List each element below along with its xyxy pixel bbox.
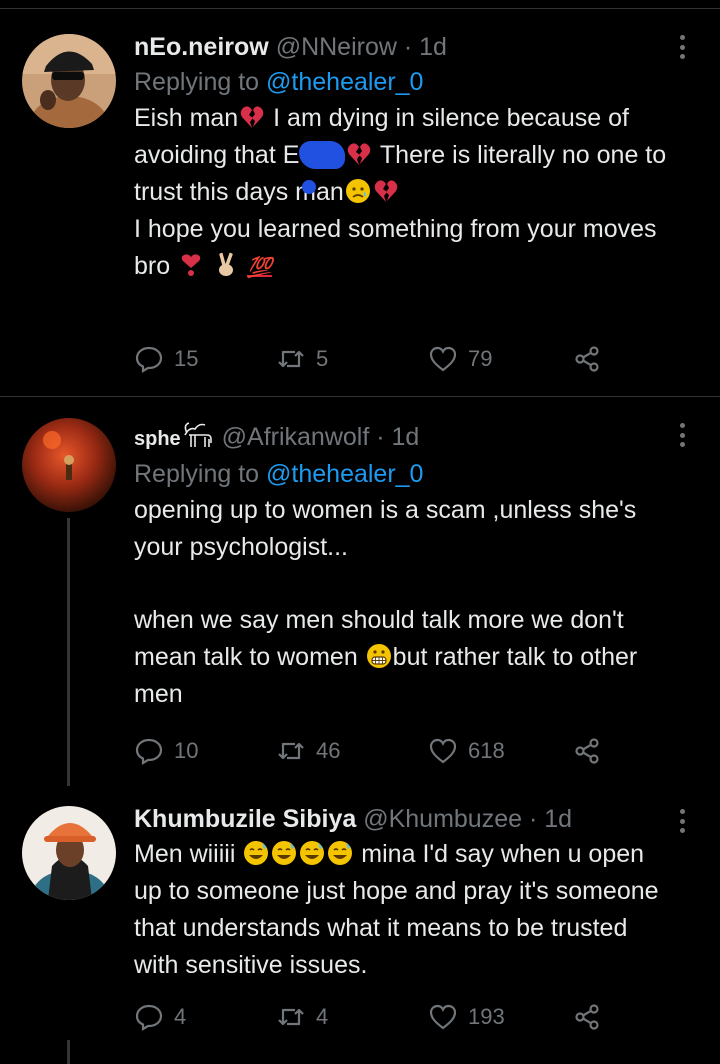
broken-heart-emoji	[348, 143, 371, 165]
timestamp[interactable]: · 1d	[404, 33, 447, 61]
tweet-actions: 4 4 193	[134, 1000, 634, 1034]
tweet-1-body: nEo.neirow @NNeirow · 1d Replying to @th…	[134, 30, 674, 287]
sweat-smile-emoji	[244, 841, 269, 865]
avatar-sphe[interactable]	[22, 418, 116, 512]
more-icon[interactable]	[672, 32, 692, 62]
mention-link[interactable]: @thehealer_0	[266, 460, 423, 488]
tweet-2-body: sphe @Afrikanwolf · 1d Replying to @theh…	[134, 420, 674, 713]
tweet-text: Men wiiiii mina I'd say when u open up t…	[134, 840, 659, 979]
share-icon	[575, 1004, 599, 1030]
timestamp[interactable]: · 1d	[529, 805, 572, 833]
tweet-text: opening up to women is a scam ,unless sh…	[134, 496, 638, 708]
exclamation-heart-emoji	[181, 254, 201, 276]
tweet-header: sphe @Afrikanwolf · 1d	[134, 420, 674, 456]
sad-face-emoji	[345, 179, 370, 203]
tweet-header: Khumbuzile Sibiya @Khumbuzee · 1d	[134, 802, 674, 836]
heart-icon	[429, 1004, 457, 1030]
sweat-smile-emoji	[300, 841, 325, 865]
tweet-text: Eish man I am dying in silence because o…	[134, 104, 667, 280]
tweet-3[interactable]: Khumbuzile Sibiya @Khumbuzee · 1d Men wi…	[0, 800, 720, 1064]
hundred-emoji: 💯	[247, 257, 272, 279]
share-icon	[575, 738, 599, 764]
reply-icon	[135, 1004, 163, 1031]
retweet-icon	[278, 1008, 304, 1026]
tweet-actions: 10 46 618	[134, 734, 634, 768]
heart-icon	[429, 346, 457, 372]
reply-button[interactable]: 10	[134, 734, 198, 768]
tweet-header: nEo.neirow @NNeirow · 1d	[134, 30, 674, 64]
reply-icon	[135, 738, 163, 765]
grimacing-face-emoji	[366, 644, 391, 668]
sweat-smile-emoji	[328, 841, 353, 865]
reply-button[interactable]: 4	[134, 1000, 186, 1034]
retweet-button[interactable]: 4	[276, 1000, 328, 1034]
like-button[interactable]: 79	[428, 342, 492, 376]
share-button[interactable]	[572, 734, 612, 768]
tweet-1[interactable]: nEo.neirow @NNeirow · 1d Replying to @th…	[0, 24, 720, 396]
tweet-3-body: Khumbuzile Sibiya @Khumbuzee · 1d Men wi…	[134, 802, 674, 984]
handle[interactable]: @Afrikanwolf	[222, 423, 370, 451]
divider	[0, 396, 720, 397]
redaction-dot	[302, 180, 316, 194]
more-icon[interactable]	[672, 806, 692, 836]
goat-emoji	[183, 422, 212, 447]
display-name[interactable]: sphe	[134, 428, 181, 450]
display-name[interactable]: nEo.neirow	[134, 33, 269, 61]
display-name[interactable]: Khumbuzile Sibiya	[134, 805, 356, 833]
like-button[interactable]: 618	[428, 734, 505, 768]
reply-icon	[135, 346, 163, 373]
sweat-smile-emoji	[272, 841, 297, 865]
redaction-blot	[299, 141, 346, 169]
share-icon	[575, 346, 599, 372]
mention-link[interactable]: @thehealer_0	[266, 68, 423, 96]
heart-icon	[429, 738, 457, 764]
victory-hand-emoji	[219, 252, 234, 276]
broken-heart-emoji	[240, 106, 264, 128]
retweet-button[interactable]: 46	[276, 734, 340, 768]
tweet-actions: 15 5 79	[134, 342, 634, 376]
handle[interactable]: @NNeirow	[276, 33, 397, 61]
share-button[interactable]	[572, 1000, 612, 1034]
handle[interactable]: @Khumbuzee	[363, 805, 522, 833]
retweet-icon	[278, 742, 304, 760]
like-button[interactable]: 193	[428, 1000, 505, 1034]
broken-heart-emoji	[374, 180, 398, 202]
reply-button[interactable]: 15	[134, 342, 198, 376]
avatar-neirow[interactable]	[22, 34, 116, 128]
replying-to: Replying to @thehealer_0	[134, 460, 424, 488]
retweet-button[interactable]: 5	[276, 342, 328, 376]
thread-line	[67, 1040, 70, 1064]
share-button[interactable]	[572, 342, 612, 376]
top-divider	[0, 8, 720, 9]
thread-line	[67, 518, 70, 786]
more-icon[interactable]	[672, 420, 692, 450]
replying-to: Replying to @thehealer_0	[134, 68, 424, 96]
tweet-2[interactable]: sphe @Afrikanwolf · 1d Replying to @theh…	[0, 414, 720, 794]
retweet-icon	[278, 350, 304, 368]
timestamp[interactable]: · 1d	[376, 423, 419, 451]
avatar-khumbuzile[interactable]	[22, 806, 116, 900]
